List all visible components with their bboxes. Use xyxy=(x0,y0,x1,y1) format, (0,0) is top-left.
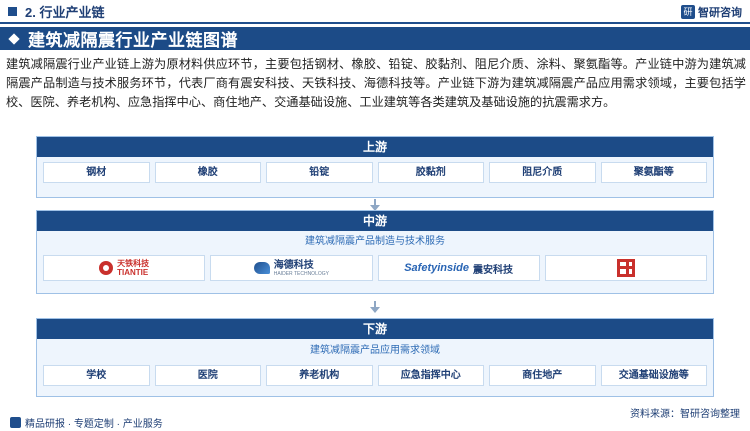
brand-name: 智研咨询 xyxy=(698,7,742,19)
page-title: 建筑减隔震行业产业链图谱 xyxy=(28,31,238,50)
upstream-item: 阻尼介质 xyxy=(489,162,596,183)
zhenan-brand: Safetyinside xyxy=(404,262,470,274)
tiantie-emblem-icon xyxy=(99,261,114,275)
logo-red-emblem xyxy=(544,255,707,281)
downstream-items: 学校 医院 养老机构 应急指挥中心 商住地产 交通基础设施等 xyxy=(37,365,713,386)
section-title: 2. 行业产业链 xyxy=(25,4,105,20)
down-arrow-icon xyxy=(370,301,380,313)
haide-name: 海德科技 xyxy=(273,259,314,271)
intro-paragraph: 建筑减隔震行业产业链上游为原材料供应环节，主要包括钢材、橡胶、铅锭、胶黏剂、阻尼… xyxy=(6,57,746,109)
title-banner: 建筑减隔震行业产业链图谱 xyxy=(0,27,750,50)
upstream-item: 胶黏剂 xyxy=(377,162,484,183)
logo-tiantie: 天铁科技 TIANTIE xyxy=(43,255,206,281)
upstream-item: 橡胶 xyxy=(154,162,261,183)
downstream-panel: 下游 建筑减隔震产品应用需求领域 学校 医院 养老机构 应急指挥中心 商住地产 … xyxy=(36,318,714,397)
footer-text: 精品研报 · 专题定制 · 产业服务 xyxy=(25,419,163,430)
tiantie-sub: TIANTIE xyxy=(117,268,149,277)
logo-zhenan: Safetyinside 震安科技 xyxy=(377,255,540,281)
downstream-item: 学校 xyxy=(43,365,150,386)
midstream-panel: 中游 建筑减隔震产品制造与技术服务 天铁科技 TIANTIE 海德科技 HAID… xyxy=(36,210,714,294)
midstream-logos: 天铁科技 TIANTIE 海德科技 HAIDER TECHNOLOGY Safe… xyxy=(37,255,713,281)
logo-haide: 海德科技 HAIDER TECHNOLOGY xyxy=(210,255,373,281)
upstream-item: 铅锭 xyxy=(266,162,373,183)
midstream-subtitle: 建筑减隔震产品制造与技术服务 xyxy=(305,236,445,247)
downstream-item: 交通基础设施等 xyxy=(600,365,707,386)
footer-tagline: 精品研报 · 专题定制 · 产业服务 xyxy=(10,415,163,430)
upstream-items: 钢材 橡胶 铅锭 胶黏剂 阻尼介质 聚氨酯等 xyxy=(37,162,713,183)
upstream-item: 聚氨酯等 xyxy=(600,162,707,183)
tiantie-name: 天铁科技 xyxy=(117,259,150,268)
top-bar: 2. 行业产业链 研 智研咨询 xyxy=(0,0,750,22)
downstream-item: 商住地产 xyxy=(489,365,596,386)
haide-swoosh-icon xyxy=(253,262,270,274)
upstream-item: 钢材 xyxy=(43,162,150,183)
diamond-icon xyxy=(8,32,20,45)
downstream-item: 应急指挥中心 xyxy=(377,365,484,386)
red-emblem-icon xyxy=(616,259,635,277)
haide-sub: HAIDER TECHNOLOGY xyxy=(273,270,329,277)
brand-mark-icon: 研 xyxy=(681,5,695,19)
upstream-title: 上游 xyxy=(37,137,713,157)
downstream-subtitle: 建筑减隔震产品应用需求领域 xyxy=(310,345,440,356)
midstream-title: 中游 xyxy=(37,211,713,231)
downstream-title: 下游 xyxy=(37,319,713,339)
upstream-panel: 上游 钢材 橡胶 铅锭 胶黏剂 阻尼介质 聚氨酯等 xyxy=(36,136,714,198)
source-note: 资料来源：智研咨询整理 xyxy=(630,409,740,420)
footer-logo-icon xyxy=(10,417,21,428)
downstream-item: 养老机构 xyxy=(266,365,373,386)
section-marker-icon xyxy=(8,6,17,16)
zhenan-name: 震安科技 xyxy=(473,264,514,276)
header-divider xyxy=(0,22,750,24)
downstream-item: 医院 xyxy=(154,365,261,386)
brand-logo: 研 智研咨询 xyxy=(681,4,742,20)
